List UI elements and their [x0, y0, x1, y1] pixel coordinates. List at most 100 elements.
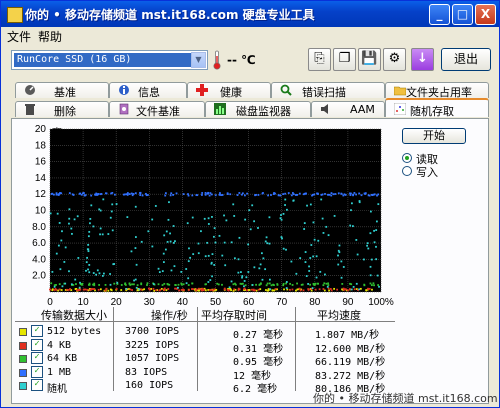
info-icon [119, 85, 129, 95]
data-point [54, 287, 57, 290]
data-point [223, 241, 226, 244]
data-point [131, 283, 133, 286]
y-tick-label: 10 [35, 206, 47, 217]
series-checkbox[interactable]: ✓ [31, 365, 43, 378]
series-checkbox[interactable]: ✓ [31, 325, 43, 337]
tab-error-scan[interactable]: 错误扫描 [271, 82, 385, 99]
data-point [133, 279, 135, 282]
data-point [327, 284, 330, 286]
data-point [274, 192, 276, 195]
data-point [240, 283, 243, 285]
data-point [206, 241, 209, 244]
data-point [53, 285, 56, 288]
data-point [58, 283, 61, 286]
tab-random-access[interactable]: 随机存取 [385, 98, 489, 118]
data-point [135, 263, 138, 266]
data-point [350, 209, 352, 212]
chevron-down-icon[interactable]: ▼ [191, 52, 206, 68]
data-point [109, 273, 111, 275]
write-label: 写入 [416, 166, 438, 179]
download-icon[interactable]: ↓ [411, 48, 434, 71]
data-point [207, 217, 210, 220]
data-point [257, 194, 260, 196]
tab-folder-usage[interactable]: 文件夹占用率 [385, 82, 489, 99]
data-point [315, 255, 318, 258]
data-point [213, 264, 216, 266]
series-checkbox[interactable]: ✓ [31, 338, 43, 351]
data-point [71, 193, 74, 196]
tab-erase[interactable]: 删除 [15, 101, 109, 118]
copy-icon[interactable]: ⎘ [308, 48, 331, 71]
data-point [94, 193, 96, 196]
menu-help[interactable]: 帮助 [38, 28, 62, 45]
data-point [369, 282, 372, 285]
data-point [135, 286, 138, 289]
data-point [337, 192, 340, 195]
maximize-button[interactable]: □ [452, 4, 473, 25]
data-point [334, 193, 337, 195]
copy-text-icon[interactable]: ❐ [333, 48, 356, 71]
data-point [290, 194, 293, 197]
read-radio[interactable] [402, 153, 412, 163]
data-point [338, 251, 341, 254]
write-radio[interactable] [402, 166, 412, 176]
data-point [332, 193, 335, 196]
data-point [64, 282, 67, 285]
drive-select[interactable]: RunCore SSD (16 GB) ▼ [11, 50, 208, 70]
data-point [187, 284, 190, 286]
data-point [151, 218, 154, 221]
tab-aam[interactable]: AAM [311, 101, 385, 117]
data-point [182, 193, 185, 195]
tab-benchmark[interactable]: 基准 [15, 82, 109, 99]
data-point [289, 282, 291, 285]
data-point [229, 193, 232, 196]
data-point [305, 275, 308, 277]
start-button[interactable]: 开始 [402, 128, 466, 144]
tab-info[interactable]: 信息 [109, 82, 187, 99]
data-point [318, 288, 321, 291]
options-icon[interactable]: ⚙ [383, 48, 406, 71]
data-point [266, 242, 269, 245]
data-point [353, 191, 356, 194]
data-point [161, 284, 164, 286]
data-point [328, 193, 331, 196]
data-point [252, 288, 255, 291]
data-point [97, 288, 100, 291]
tab-file-benchmark[interactable]: 文件基准 [109, 101, 205, 118]
data-point [109, 283, 112, 286]
data-point [159, 288, 162, 291]
minimize-button[interactable]: _ [429, 4, 450, 25]
data-point [311, 287, 314, 290]
data-point [102, 272, 105, 275]
table-row: ✓ 64 KB 1057 IOPS 0.95 毫秒 66.119 MB/秒 [15, 352, 395, 368]
data-point [163, 288, 166, 291]
data-point [204, 192, 207, 194]
data-point [341, 283, 344, 285]
tab-disk-monitor[interactable]: 磁盘监视器 [205, 101, 311, 118]
data-point [369, 232, 372, 235]
data-point [328, 289, 331, 292]
data-point [268, 242, 271, 245]
series-checkbox[interactable]: ✓ [31, 352, 43, 364]
tab-health[interactable]: 健康 [187, 82, 271, 99]
data-point [201, 192, 204, 194]
data-point [266, 282, 269, 285]
data-point [139, 192, 142, 195]
data-point [353, 288, 356, 291]
data-point [165, 230, 168, 233]
series-checkbox[interactable]: ✓ [31, 379, 43, 391]
data-point [125, 287, 128, 290]
data-point [254, 194, 256, 197]
data-point [201, 194, 203, 196]
data-point [101, 274, 104, 277]
data-point [227, 289, 230, 292]
data-point [244, 284, 247, 287]
data-point [134, 278, 137, 281]
save-icon[interactable]: 💾 [358, 48, 381, 71]
data-point [364, 193, 367, 195]
data-point [368, 287, 371, 290]
menu-file[interactable]: 文件 [7, 28, 31, 45]
exit-button[interactable]: 退出 [441, 48, 491, 71]
close-button[interactable]: X [475, 4, 496, 25]
y-tick-label: 4.0 [32, 254, 46, 265]
